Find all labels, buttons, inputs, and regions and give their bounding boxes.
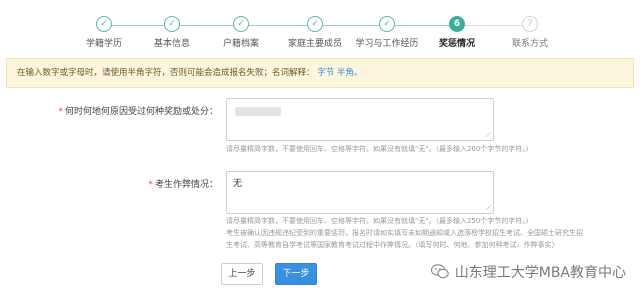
redacted-value xyxy=(235,107,281,116)
cheating-label: * 考生作弊情况： xyxy=(8,177,218,190)
awards-label: * 何时何地何原因受过何种奖励或处分： xyxy=(8,104,218,117)
resize-handle-icon[interactable]: ⟋ xyxy=(486,132,491,139)
awards-label-text: 何时何地何原因受过何种奖励或处分： xyxy=(64,107,218,117)
required-mark: * xyxy=(58,107,63,117)
step-7: 7 联系方式 xyxy=(485,16,575,49)
cheating-value: 无 xyxy=(233,179,243,189)
step-number: 7 xyxy=(522,16,538,32)
check-icon: ✓ xyxy=(233,16,249,32)
watermark-text: 山东理工大学MBA教育中心 xyxy=(454,265,626,281)
next-step-button[interactable]: 下一步 xyxy=(275,263,317,285)
progress-stepper: ✓ 学籍学历 ✓ 基本信息 ✓ 户籍档案 ✓ 家庭主要成员 ✓ 学习与工作经历 … xyxy=(0,0,640,52)
watermark: 山东理工大学MBA教育中心 xyxy=(430,262,626,283)
previous-step-button[interactable]: 上一步 xyxy=(221,263,263,285)
check-icon: ✓ xyxy=(379,16,395,32)
cheating-hint-line: 生考试、高等教育自学考试等国家教育考试过程中作弊情况。（填写何时、何地、参加何种… xyxy=(226,241,559,249)
notice-link[interactable]: 字节 半角。 xyxy=(317,68,362,78)
check-icon: ✓ xyxy=(164,16,180,32)
check-icon: ✓ xyxy=(96,16,112,32)
step-label: 联系方式 xyxy=(511,39,548,49)
check-icon: ✓ xyxy=(307,16,323,32)
notice-banner: 在输入数字或字母时，请使用半角字符，否则可能会造成报名失败；名词解释： 字节 半… xyxy=(6,58,634,88)
wechat-icon xyxy=(430,263,449,283)
cheating-hint-line: 请尽量精简字数，不要使用回车、空格等字符，如果没有就填"无"。（最多输入250个… xyxy=(226,217,533,225)
resize-handle-icon[interactable]: ⟋ xyxy=(486,205,491,212)
cheating-textarea[interactable]: 无 ⟋ xyxy=(226,171,494,214)
step-number: 6 xyxy=(449,16,465,32)
cheating-label-text: 考生作弊情况： xyxy=(154,180,218,190)
required-mark: * xyxy=(148,180,153,190)
awards-hint: 请尽量精简字数，不要使用回车、空格等字符，如果没有就填"无"。（最多输入200个… xyxy=(226,145,533,153)
notice-text: 在输入数字或字母时，请使用半角字符，否则可能会造成报名失败；名词解释： xyxy=(17,68,315,78)
cheating-hint-line: 考生被确认因违规违纪受到的重要惩罚，报名时请如实填写未如期通知或入选落榜学校招生… xyxy=(226,229,583,237)
awards-textarea[interactable]: ⟋ xyxy=(226,98,494,141)
